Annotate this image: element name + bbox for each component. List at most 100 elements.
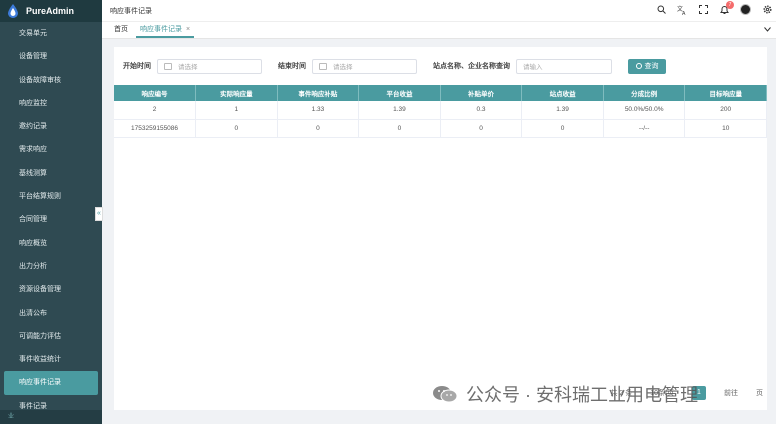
- sidebar-item-label: 交易单元: [19, 30, 47, 37]
- sidebar-footer: 业: [0, 410, 102, 424]
- page-title: 响应事件记录: [110, 7, 152, 15]
- settings-gear-icon[interactable]: [762, 5, 772, 15]
- top-header: 响应事件记录 文A 7: [102, 0, 776, 22]
- sidebar-item[interactable]: 出清公布: [0, 302, 102, 325]
- table-header-row: 响应编号 实际响应量 事件响应补贴 平台收益 补贴单价 站点收益 分成比例 目标响应量: [114, 85, 767, 101]
- sidebar-item[interactable]: 交易单元: [0, 22, 102, 45]
- event-records-table: 响应编号 实际响应量 事件响应补贴 平台收益 补贴单价 站点收益 分成比例 目标响应量 211…: [114, 85, 767, 138]
- sidebar-item-label: 基线测算: [19, 169, 47, 177]
- sidebar-item[interactable]: 可调能力评估: [0, 325, 102, 348]
- table-cell: 2: [114, 101, 197, 120]
- sidebar-item[interactable]: 设备管理: [0, 45, 102, 68]
- tab-home[interactable]: 首页: [110, 21, 132, 38]
- tab-close-icon[interactable]: ×: [186, 26, 190, 33]
- calendar-icon: [319, 62, 327, 70]
- header-toolbar: 文A 7: [656, 0, 772, 15]
- filter-bar: 开始时间 请选择 结束时间 请选择 站点名称、企业名称查询 请输入 查询: [114, 47, 767, 85]
- notification-bell-icon[interactable]: 7: [719, 0, 734, 15]
- main-panel: 开始时间 请选择 结束时间 请选择 站点名称、企业名称查询 请输入 查询 响应编…: [114, 47, 767, 410]
- table-cell: 0: [440, 119, 523, 138]
- site-search-label: 站点名称、企业名称查询: [433, 63, 510, 70]
- sidebar-item-label: 邀约记录: [19, 123, 47, 131]
- sidebar-item-label: 响应概览: [19, 239, 47, 247]
- column-header[interactable]: 平台收益: [358, 85, 441, 101]
- translate-icon[interactable]: 文A: [677, 5, 687, 15]
- table-cell: --/--: [603, 119, 686, 138]
- column-header[interactable]: 事件响应补贴: [277, 85, 360, 101]
- column-header[interactable]: 分成比例: [603, 85, 686, 101]
- sidebar-item[interactable]: 邀约记录: [0, 115, 102, 138]
- table-cell: 0: [277, 119, 360, 138]
- table-cell: 50.0%/50.0%: [603, 101, 686, 120]
- sidebar-item-label: 设备故障审核: [19, 76, 61, 84]
- sidebar-item-label: 出力分析: [19, 262, 47, 270]
- watermark-text: 公众号 · 安科瑞工业用电管理: [466, 385, 698, 405]
- table-cell: 1.39: [521, 101, 604, 120]
- end-time-picker[interactable]: 请选择: [312, 58, 417, 74]
- end-time-label: 结束时间: [278, 63, 306, 70]
- table-cell: 0: [521, 119, 604, 138]
- column-header[interactable]: 目标响应量: [684, 85, 767, 101]
- sidebar-item[interactable]: 响应概览: [0, 232, 102, 255]
- column-header[interactable]: 站点收益: [521, 85, 604, 101]
- table-row[interactable]: 1753259155086 0 0 0 0 0 --/-- 10: [114, 119, 767, 138]
- table-cell: 1: [195, 101, 278, 120]
- sidebar-item[interactable]: 基线测算: [0, 162, 102, 185]
- table-row[interactable]: 2 1 1.33 1.39 0.3 1.39 50.0%/50.0% 200: [114, 101, 767, 120]
- sidebar-item-label: 可调能力评估: [19, 332, 61, 340]
- svg-text:A: A: [682, 11, 686, 15]
- table-cell: 1753259155086: [114, 119, 197, 138]
- start-time-picker[interactable]: 请选择: [157, 58, 262, 74]
- column-header[interactable]: 补贴单价: [440, 85, 523, 101]
- sidebar-item[interactable]: 响应监控: [0, 92, 102, 115]
- app-name: PureAdmin: [26, 6, 75, 16]
- tabs-chevron-down-icon[interactable]: [764, 25, 771, 34]
- table-cell: 1.39: [358, 101, 441, 120]
- sidebar-item[interactable]: 设备故障审核: [0, 69, 102, 92]
- notification-badge: 7: [726, 0, 734, 9]
- sidebar-menu: 交易单元设备管理设备故障审核 响应监控邀约记录需求响应基线测算平台结算规则 合同管理…: [0, 22, 102, 418]
- tab-bar: 首页 响应事件记录 ×: [102, 22, 776, 39]
- sidebar-item-label: 需求响应: [19, 146, 47, 154]
- sidebar-item[interactable]: 出力分析: [0, 255, 102, 278]
- sidebar-item-label: 响应事件记录: [19, 379, 61, 387]
- sidebar-item-label: 出清公布: [19, 309, 47, 317]
- user-avatar[interactable]: [740, 4, 751, 15]
- table-cell: 0: [358, 119, 441, 138]
- calendar-icon: [164, 62, 172, 70]
- sidebar-item-label: 事件收益统计: [19, 356, 61, 364]
- search-icon[interactable]: [656, 5, 666, 15]
- fullscreen-icon[interactable]: [698, 5, 708, 15]
- sidebar-item-label: 合同管理: [19, 216, 47, 224]
- pagination-page-unit: 页: [756, 390, 763, 397]
- pagination-goto-label: 前往: [724, 390, 738, 397]
- table-cell: 0: [195, 119, 278, 138]
- sidebar-item[interactable]: 需求响应: [0, 138, 102, 161]
- site-search-input[interactable]: 请输入: [516, 58, 612, 74]
- start-time-label: 开始时间: [123, 63, 151, 70]
- sidebar-item-label: 资源设备管理: [19, 286, 61, 294]
- sidebar-item-label: 事件记录: [19, 402, 47, 410]
- sidebar: PureAdmin 交易单元设备管理设备故障审核 响应监控邀约记录需求响应基线测算…: [0, 0, 102, 424]
- table-cell: 0.3: [440, 101, 523, 120]
- table-cell: 200: [684, 101, 767, 120]
- query-button[interactable]: 查询: [628, 58, 666, 74]
- sidebar-item-label: 平台结算规则: [19, 193, 61, 201]
- watermark: 公众号 · 安科瑞工业用电管理: [432, 381, 698, 407]
- sidebar-item-label: 设备管理: [19, 53, 47, 61]
- sidebar-item-label: 响应监控: [19, 99, 47, 107]
- wechat-logo-icon: [433, 386, 458, 403]
- sidebar-item[interactable]: 平台结算规则: [0, 185, 102, 208]
- column-header[interactable]: 响应编号: [114, 85, 197, 101]
- search-icon: [635, 63, 642, 69]
- table-cell: 10: [684, 119, 767, 138]
- sidebar-collapse-button[interactable]: «: [95, 207, 103, 221]
- sidebar-item[interactable]: 事件收益统计: [0, 348, 102, 371]
- column-header[interactable]: 实际响应量: [195, 85, 278, 101]
- sidebar-item[interactable]: 合同管理: [0, 208, 102, 231]
- app-logo[interactable]: PureAdmin: [0, 0, 102, 22]
- logo-icon: [8, 4, 18, 18]
- tab-response-event-records[interactable]: 响应事件记录 ×: [136, 21, 195, 38]
- sidebar-item[interactable]: 响应事件记录: [4, 371, 98, 395]
- sidebar-item[interactable]: 资源设备管理: [0, 278, 102, 301]
